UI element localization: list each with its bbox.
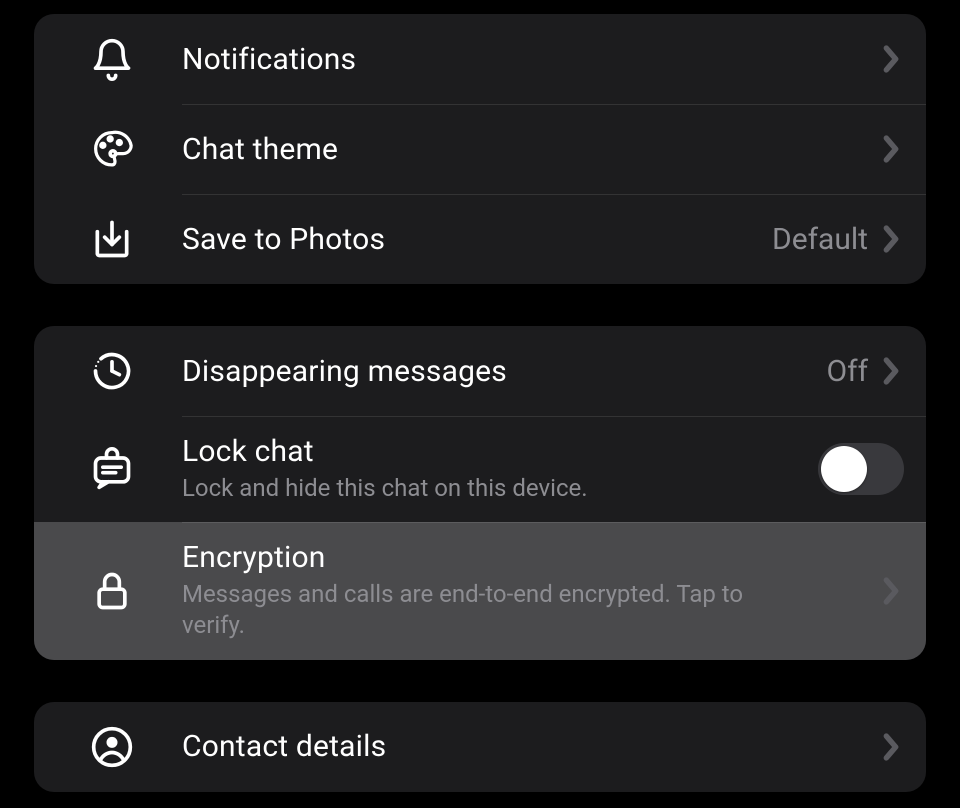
row-value: Off: [827, 354, 869, 389]
row-title: Chat theme: [182, 132, 878, 167]
row-title: Lock chat: [182, 434, 818, 469]
lock-icon: [52, 569, 182, 613]
palette-icon: [52, 127, 182, 171]
row-subtitle: Messages and calls are end-to-end encryp…: [182, 579, 802, 641]
chevron-right-icon: [878, 358, 904, 384]
row-contact-details[interactable]: Contact details: [34, 702, 926, 792]
settings-group: Disappearing messages Off Lock chat Lock…: [34, 326, 926, 660]
row-title: Notifications: [182, 42, 878, 77]
row-title: Encryption: [182, 540, 878, 575]
row-encryption[interactable]: Encryption Messages and calls are end-to…: [34, 522, 926, 659]
settings-group: Notifications Chat theme: [34, 14, 926, 284]
row-lock-chat[interactable]: Lock chat Lock and hide this chat on thi…: [34, 416, 926, 522]
row-save-to-photos[interactable]: Save to Photos Default: [34, 194, 926, 284]
row-title: Disappearing messages: [182, 354, 827, 389]
chevron-right-icon: [878, 46, 904, 72]
row-title: Contact details: [182, 729, 878, 764]
chevron-right-icon: [878, 578, 904, 604]
lock-chat-icon: [52, 447, 182, 491]
row-subtitle: Lock and hide this chat on this device.: [182, 473, 802, 504]
person-circle-icon: [52, 725, 182, 769]
bell-icon: [52, 37, 182, 81]
row-notifications[interactable]: Notifications: [34, 14, 926, 104]
settings-group: Contact details: [34, 702, 926, 792]
chevron-right-icon: [878, 136, 904, 162]
download-icon: [52, 217, 182, 261]
lock-chat-toggle[interactable]: [818, 443, 904, 495]
row-value: Default: [772, 222, 868, 257]
settings-page: Notifications Chat theme: [0, 0, 960, 792]
chevron-right-icon: [878, 734, 904, 760]
row-title: Save to Photos: [182, 222, 772, 257]
timer-icon: [52, 349, 182, 393]
chevron-right-icon: [878, 226, 904, 252]
row-disappearing-messages[interactable]: Disappearing messages Off: [34, 326, 926, 416]
row-chat-theme[interactable]: Chat theme: [34, 104, 926, 194]
